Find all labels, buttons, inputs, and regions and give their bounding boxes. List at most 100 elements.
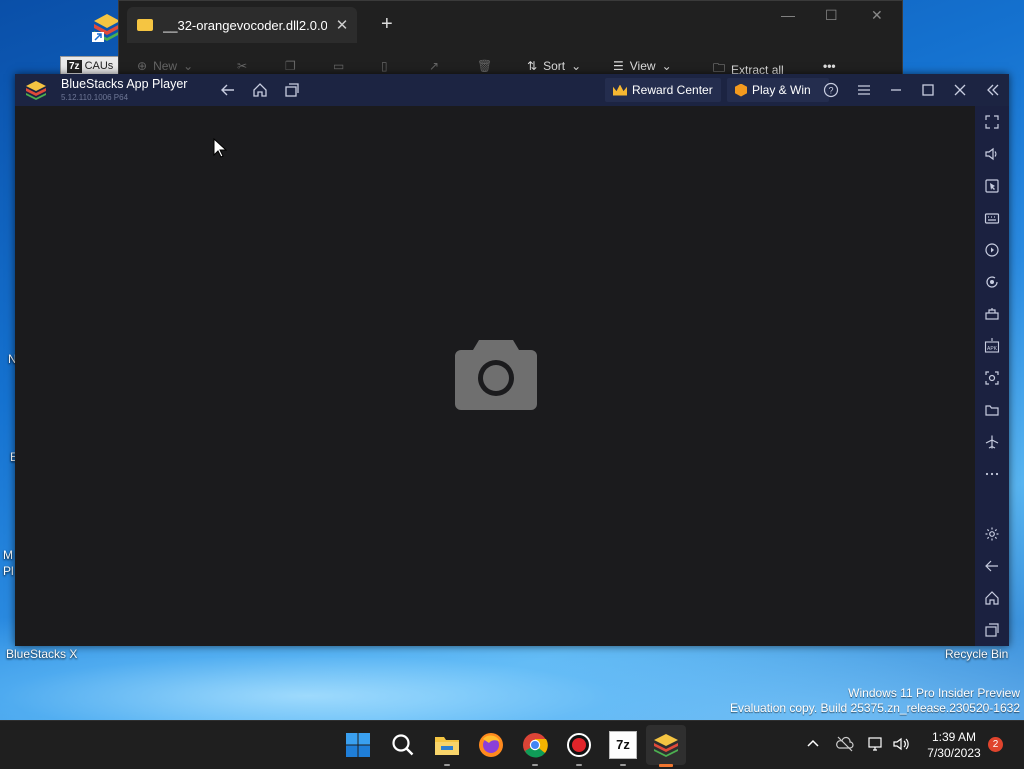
more-options-icon[interactable] [984,466,1000,482]
recent-apps-icon[interactable] [284,82,300,98]
rename-button[interactable]: ▯ [381,59,388,73]
svg-text:APK: APK [987,346,998,352]
hamburger-menu-icon[interactable] [856,82,872,98]
new-tab-button[interactable]: + [381,13,393,36]
sevenzip-logo: 7z [67,60,82,73]
clipboard-icon: ▭ [333,59,345,73]
help-icon[interactable]: ? [823,82,839,98]
maximize-icon[interactable]: ☐ [825,7,838,24]
firefox-icon[interactable] [477,731,505,759]
hexagon-icon [735,83,747,97]
bluestacks-sidebar: APK [975,106,1009,646]
apk-install-icon[interactable]: APK [984,338,1000,354]
multi-instance-icon[interactable] [984,306,1000,322]
clock-time: 1:39 AM [931,730,977,744]
play-and-win-button[interactable]: Play & Win [727,78,829,102]
chevron-down-icon: ⌄ [571,59,582,73]
bluestacks-window[interactable]: BlueStacks App Player 5.12.110.1006 P64 … [15,74,1009,646]
pointer-mode-icon[interactable] [984,178,1000,194]
keyboard-icon[interactable] [984,210,1000,226]
scissors-icon: ✂ [237,59,248,73]
system-clock[interactable]: 1:39 AM 7/30/2023 [918,729,990,761]
paste-button[interactable]: ▭ [333,59,344,73]
clock-date: 7/30/2023 [927,746,981,760]
reward-center-button[interactable]: Reward Center [605,78,721,102]
new-button-label: New [153,59,178,73]
notification-badge[interactable]: 2 [988,737,1003,752]
maximize-icon[interactable] [920,82,936,98]
delete-button[interactable]: 🗑 [477,59,492,73]
running-indicator [444,764,450,766]
volume-icon[interactable] [892,735,910,753]
explorer-tab-title: __32-orangevocoder.dll2.0.0.0 [163,17,327,33]
chevron-down-icon: ⌄ [661,59,672,73]
close-icon[interactable] [952,82,968,98]
onedrive-offline-icon[interactable] [836,735,854,753]
close-tab-icon[interactable]: ✕ [327,16,357,34]
close-icon[interactable]: ✕ [871,7,883,24]
sevenzip-shortcut-label: CAUs [84,60,114,72]
collapse-sidebar-icon[interactable] [985,82,1001,98]
minimize-icon[interactable]: — [781,7,795,23]
android-recents-icon[interactable] [984,622,1000,638]
sevenzip-taskbar-icon[interactable]: 7z [609,731,637,759]
view-button-label: View [629,59,656,73]
folder-icon[interactable] [984,402,1000,418]
settings-gear-icon[interactable] [984,526,1000,542]
copy-icon: ❐ [285,59,296,73]
sort-button[interactable]: ⇅ Sort ⌄ [527,59,581,73]
chevron-up-icon[interactable] [804,735,822,753]
sort-icon: ⇅ [527,59,538,73]
android-screen[interactable] [15,106,975,646]
share-button[interactable]: ↗ [429,59,439,73]
svg-text:?: ? [828,86,833,96]
crown-icon [613,84,627,96]
desktop-label-fragment: Pl [3,564,14,578]
screenshot-icon[interactable] [984,370,1000,386]
running-indicator [620,764,626,766]
play-and-win-label: Play & Win [752,83,811,97]
active-indicator [659,764,673,767]
running-indicator [532,764,538,766]
back-arrow-icon[interactable] [220,82,236,98]
home-icon[interactable] [252,82,268,98]
bluestacks-x-desktop-label[interactable]: BlueStacks X [6,647,77,661]
file-explorer-icon[interactable] [433,731,461,759]
volume-icon[interactable] [984,146,1000,162]
app-title: BlueStacks App Player [61,77,188,91]
network-icon[interactable] [867,735,885,753]
file-explorer-window[interactable]: __32-orangevocoder.dll2.0.0.0 ✕ + — ☐ ✕ … [118,0,903,82]
rename-icon: ▯ [381,59,388,73]
desktop-label-fragment: M [3,548,13,562]
ellipsis-icon: ••• [823,59,836,73]
bluestacks-taskbar-icon[interactable] [652,731,680,759]
taskbar: 7z 1:39 AM 7/30/2023 2 [0,720,1024,769]
copy-button[interactable]: ❐ [285,59,296,73]
airplane-mode-icon[interactable] [984,434,1000,450]
search-icon[interactable] [389,731,417,759]
recycle-bin-desktop-label[interactable]: Recycle Bin [945,647,1008,661]
view-icon: ☰ [613,59,624,73]
screen-recorder-icon[interactable] [565,731,593,759]
windows-build-watermark: Evaluation copy. Build 25375.zn_release.… [730,701,1020,715]
chrome-icon[interactable] [521,731,549,759]
android-home-icon[interactable] [984,590,1000,606]
share-icon: ↗ [429,59,440,73]
bluestacks-titlebar: BlueStacks App Player 5.12.110.1006 P64 … [15,74,1009,106]
fullscreen-icon[interactable] [984,114,1000,130]
more-options-button[interactable]: ••• [823,59,836,73]
android-back-icon[interactable] [984,558,1000,574]
new-button[interactable]: ⊕ New ⌄ [137,59,193,73]
minimize-icon[interactable] [888,82,904,98]
macro-recorder-icon[interactable] [984,242,1000,258]
camera-icon [455,340,537,410]
cut-button[interactable]: ✂ [237,59,247,73]
folder-icon [137,19,153,31]
sort-button-label: Sort [543,59,566,73]
rotate-icon[interactable] [984,274,1000,290]
app-version: 5.12.110.1006 P64 [61,93,129,102]
explorer-tab[interactable]: __32-orangevocoder.dll2.0.0.0 ✕ [127,7,357,43]
start-windows-icon[interactable] [344,731,372,759]
view-button[interactable]: ☰ View ⌄ [613,59,672,73]
bluestacks-logo-icon [26,81,46,100]
